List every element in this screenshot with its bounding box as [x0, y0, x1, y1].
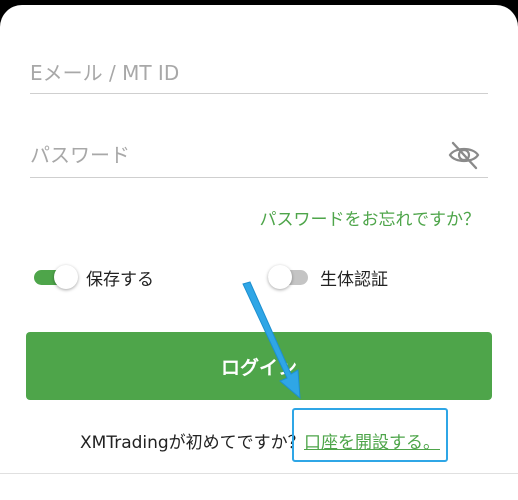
signup-prompt: XMTradingが初めてですか？ — [80, 433, 305, 453]
remember-me-switch[interactable] — [34, 265, 78, 289]
login-screen: パスワードをお忘れですか？ 保存する 生体認証 ログイン XMTradingが初… — [0, 0, 518, 500]
login-card: パスワードをお忘れですか？ 保存する 生体認証 ログイン XMTradingが初… — [0, 5, 518, 500]
biometric-switch[interactable] — [268, 265, 312, 289]
switch-knob — [54, 265, 78, 289]
email-field[interactable] — [30, 53, 488, 94]
switch-knob — [268, 265, 292, 289]
biometric-toggle[interactable]: 生体認証 — [268, 263, 388, 291]
eye-off-icon[interactable] — [446, 137, 482, 173]
password-field[interactable] — [30, 135, 488, 178]
login-button[interactable]: ログイン — [26, 332, 492, 400]
remember-me-toggle[interactable]: 保存する — [34, 263, 154, 291]
open-account-link[interactable]: 口座を開設する。 — [304, 428, 440, 453]
divider — [0, 473, 518, 474]
biometric-label: 生体認証 — [320, 269, 388, 290]
password-input[interactable] — [30, 135, 430, 175]
forgot-password-link[interactable]: パスワードをお忘れですか？ — [260, 205, 481, 230]
remember-me-label: 保存する — [86, 269, 154, 290]
email-input[interactable] — [30, 53, 430, 93]
